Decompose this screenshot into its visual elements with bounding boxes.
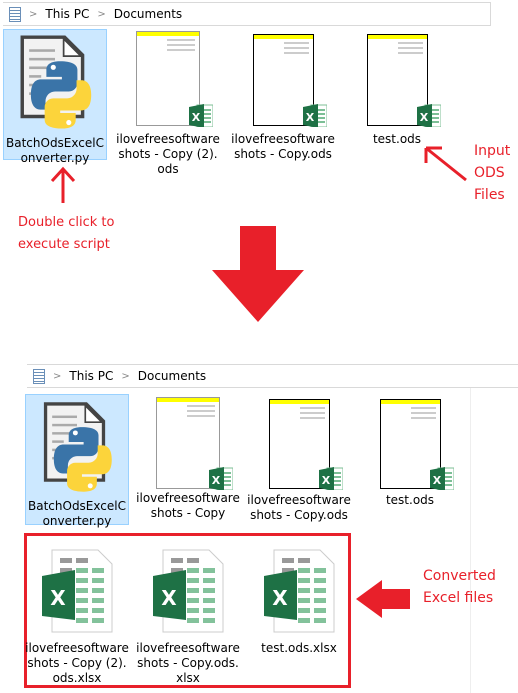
file-label: ilovefreesoftware shots - Copy.ods.xlsx: [136, 641, 240, 685]
python-file-icon: [19, 34, 93, 130]
file-label: test.ods.xlsx: [261, 641, 337, 655]
ods-thumbnail: [366, 34, 441, 127]
file-label: ilovefreesoftware shots - Copy: [136, 491, 240, 520]
file-item-ods[interactable]: test.ods: [345, 34, 449, 147]
excel-file-icon: [152, 549, 224, 633]
annotation-double-click: Double click to execute script: [18, 215, 115, 252]
ods-thumbnail: [268, 399, 343, 490]
excel-badge-icon: [416, 103, 441, 127]
chevron-right-icon: >: [29, 8, 38, 20]
big-down-arrow-icon: [212, 226, 304, 322]
breadcrumb-documents[interactable]: Documents: [138, 369, 206, 383]
chevron-right-icon: >: [121, 370, 130, 382]
file-label: ilovefreesoftware shots - Copy (2).ods: [116, 132, 220, 176]
ods-thumbnail: [156, 397, 233, 490]
file-item-ods[interactable]: ilovefreesoftware shots - Copy.ods: [231, 34, 335, 162]
file-item-ods[interactable]: ilovefreesoftware shots - Copy.ods: [247, 399, 351, 523]
ods-thumbnail: [252, 34, 327, 127]
annotation-converted: Converted Excel files: [423, 568, 496, 606]
file-item-ods[interactable]: ilovefreesoftware shots - Copy: [136, 397, 240, 527]
file-label: ilovefreesoftware shots - Copy (2).ods.x…: [25, 641, 129, 685]
excel-file-icon: [263, 549, 335, 633]
excel-badge-icon: [318, 466, 343, 490]
file-item-script[interactable]: BatchOdsExcelConverter.py: [25, 394, 129, 528]
ods-thumbnail: [379, 399, 454, 490]
left-arrow-icon: [356, 580, 410, 618]
breadcrumb-this-pc[interactable]: This PC: [69, 369, 113, 383]
excel-badge-icon: [209, 466, 233, 490]
file-item-ods[interactable]: test.ods: [358, 399, 462, 508]
file-item-xlsx[interactable]: ilovefreesoftware shots - Copy (2).ods.x…: [25, 548, 129, 686]
ods-thumbnail: [136, 31, 213, 127]
breadcrumb-this-pc[interactable]: This PC: [45, 7, 89, 21]
file-label: test.ods: [385, 493, 435, 507]
file-item-script[interactable]: BatchOdsExcelConverter.py: [3, 29, 107, 165]
file-label: BatchOdsExcelConverter.py: [6, 136, 104, 165]
file-label: ilovefreesoftware shots - Copy.ods: [231, 132, 335, 161]
file-label: ilovefreesoftware shots - Copy.ods: [247, 493, 351, 522]
annotation-input: Input ODS Files: [474, 143, 511, 203]
up-arrow-icon: [50, 166, 76, 203]
divider: [470, 388, 471, 693]
python-file-icon: [43, 401, 113, 493]
excel-badge-icon: [429, 466, 454, 490]
chevron-right-icon: >: [97, 8, 106, 20]
address-bar[interactable]: > This PC > Documents: [27, 364, 518, 388]
folder-icon: [9, 6, 21, 22]
file-item-ods[interactable]: ilovefreesoftware shots - Copy (2).ods: [116, 31, 220, 177]
excel-badge-icon: [302, 103, 327, 127]
file-item-xlsx[interactable]: ilovefreesoftware shots - Copy.ods.xlsx: [136, 548, 240, 686]
pointer-arrow-icon: [424, 146, 467, 182]
excel-badge-icon: [189, 103, 213, 127]
breadcrumb-documents[interactable]: Documents: [114, 7, 182, 21]
file-label: BatchOdsExcelConverter.py: [28, 499, 126, 528]
excel-file-icon: [41, 549, 113, 633]
address-bar[interactable]: > This PC > Documents: [3, 2, 491, 26]
file-item-xlsx[interactable]: test.ods.xlsx: [247, 548, 351, 656]
folder-icon: [33, 368, 45, 384]
chevron-right-icon: >: [53, 370, 62, 382]
